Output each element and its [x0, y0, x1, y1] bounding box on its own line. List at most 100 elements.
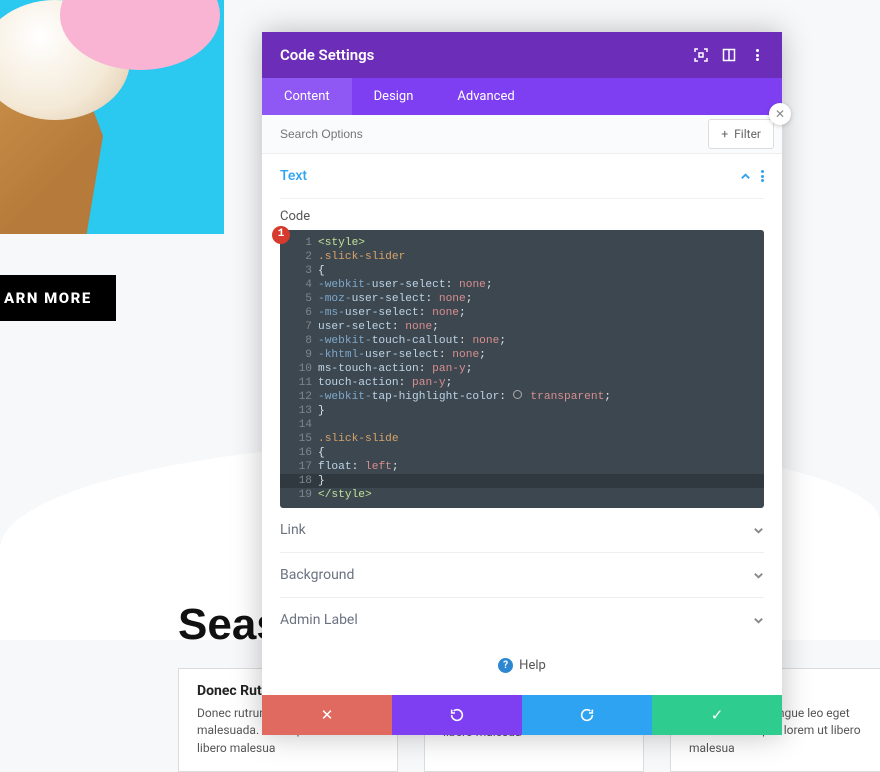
code-line[interactable]: 2 .slick-slider	[280, 250, 764, 264]
line-number: 11	[290, 376, 312, 390]
code-line[interactable]: 10ms-touch-action: pan-y;	[280, 362, 764, 376]
code-token: none	[432, 306, 459, 320]
code-line[interactable]: 9-khtml-user-select: none;	[280, 348, 764, 362]
code-token: :	[439, 348, 452, 362]
code-token: none	[439, 292, 466, 306]
code-token: </style>	[318, 488, 372, 502]
undo-button[interactable]	[392, 695, 522, 735]
search-input[interactable]	[262, 115, 708, 153]
modal-footer: ✕ ✓	[262, 695, 782, 735]
close-icon[interactable]: ✕	[769, 103, 791, 125]
redo-button[interactable]	[522, 695, 652, 735]
section-title: Admin Label	[280, 612, 358, 628]
code-line[interactable]: 11touch-action: pan-y;	[280, 376, 764, 390]
tab-design[interactable]: Design	[352, 78, 436, 115]
line-number: 5	[290, 292, 312, 306]
line-number: 15	[290, 432, 312, 446]
code-token: ;	[604, 390, 611, 404]
section-text-header[interactable]: Text	[280, 154, 764, 199]
step-badge: 1	[272, 226, 290, 244]
code-line[interactable]: 18}	[280, 474, 764, 488]
code-token: user-select	[345, 306, 419, 320]
code-line[interactable]: 12-webkit-tap-highlight-color: transpare…	[280, 390, 764, 404]
code-token: :	[419, 306, 432, 320]
code-token: ;	[392, 460, 399, 474]
code-token: float	[318, 460, 352, 474]
code-line[interactable]: 13}	[280, 404, 764, 418]
code-token: <style>	[318, 236, 365, 250]
more-icon[interactable]	[750, 48, 764, 62]
code-line[interactable]: 17float: left;	[280, 460, 764, 474]
line-number: 18	[290, 474, 312, 488]
code-token: -moz-	[318, 292, 352, 306]
tab-advanced[interactable]: Advanced	[435, 78, 536, 115]
code-line[interactable]: 4-webkit-user-select: none;	[280, 278, 764, 292]
code-token: :	[392, 320, 405, 334]
line-number: 1	[290, 236, 312, 250]
save-button[interactable]: ✓	[652, 695, 782, 735]
help-icon: ?	[498, 658, 513, 673]
code-token: pan-y	[432, 362, 466, 376]
section-more-icon[interactable]	[761, 170, 764, 182]
code-token: ;	[466, 292, 473, 306]
code-token: none	[405, 320, 432, 334]
code-token: none	[459, 278, 486, 292]
code-token: tap-highlight-color	[372, 390, 500, 404]
code-line[interactable]: 15.slick-slide	[280, 432, 764, 446]
learn-more-button[interactable]: ARN MORE	[0, 275, 116, 321]
section-adminlabel-header[interactable]: Admin Label	[280, 598, 764, 642]
code-line[interactable]: 8-webkit-touch-callout: none;	[280, 334, 764, 348]
line-number: 2	[290, 250, 312, 264]
chevron-up-icon[interactable]	[740, 171, 751, 182]
line-number: 4	[290, 278, 312, 292]
code-line[interactable]: 19 </style>	[280, 488, 764, 502]
code-token: pan-y	[412, 376, 446, 390]
section-link-header[interactable]: Link	[280, 508, 764, 553]
code-line[interactable]: 1 <style>	[280, 236, 764, 250]
code-token: touch-callout	[372, 334, 459, 348]
chevron-down-icon	[753, 525, 764, 536]
section-title: Background	[280, 567, 354, 583]
code-line[interactable]: 6-ms-user-select: none;	[280, 306, 764, 320]
modal-title: Code Settings	[280, 46, 374, 64]
line-number: 17	[290, 460, 312, 474]
code-line[interactable]: 16{	[280, 446, 764, 460]
line-number: 3	[290, 264, 312, 278]
code-token: touch-action	[318, 376, 399, 390]
line-number: 13	[290, 404, 312, 418]
code-line[interactable]: 3{	[280, 264, 764, 278]
tab-content[interactable]: Content	[262, 78, 352, 115]
tabs: Content Design Advanced	[262, 78, 782, 115]
code-token: user-select	[318, 320, 392, 334]
filter-button[interactable]: + Filter	[708, 119, 774, 149]
code-token: :	[459, 334, 472, 348]
code-token: ;	[432, 320, 439, 334]
columns-icon[interactable]	[722, 48, 736, 62]
code-line[interactable]: 14	[280, 418, 764, 432]
code-token: user-select	[372, 278, 446, 292]
code-token: user-select	[365, 348, 439, 362]
code-token: :	[399, 376, 412, 390]
section-background-header[interactable]: Background	[280, 553, 764, 598]
code-token: -webkit-	[318, 334, 372, 348]
line-number: 16	[290, 446, 312, 460]
help-link[interactable]: ? Help	[262, 642, 782, 695]
code-token: :	[499, 390, 512, 404]
chevron-down-icon	[753, 570, 764, 581]
code-token: ;	[499, 334, 506, 348]
line-number: 8	[290, 334, 312, 348]
modal-header: Code Settings	[262, 32, 782, 78]
cancel-button[interactable]: ✕	[262, 695, 392, 735]
code-line[interactable]: 5-moz-user-select: none;	[280, 292, 764, 306]
expand-icon[interactable]	[694, 48, 708, 62]
code-token: ms-touch-action	[318, 362, 419, 376]
code-editor[interactable]: 1 1 <style>2 .slick-slider3{4 -webkit-user-…	[280, 230, 764, 508]
line-number: 12	[290, 390, 312, 404]
code-token: -webkit-	[318, 278, 372, 292]
code-token: .slick-slider	[318, 250, 405, 264]
code-token: transparent	[524, 390, 605, 404]
code-line[interactable]: 7user-select: none;	[280, 320, 764, 334]
code-token: ;	[486, 278, 493, 292]
line-number: 19	[290, 488, 312, 502]
code-token: ;	[479, 348, 486, 362]
